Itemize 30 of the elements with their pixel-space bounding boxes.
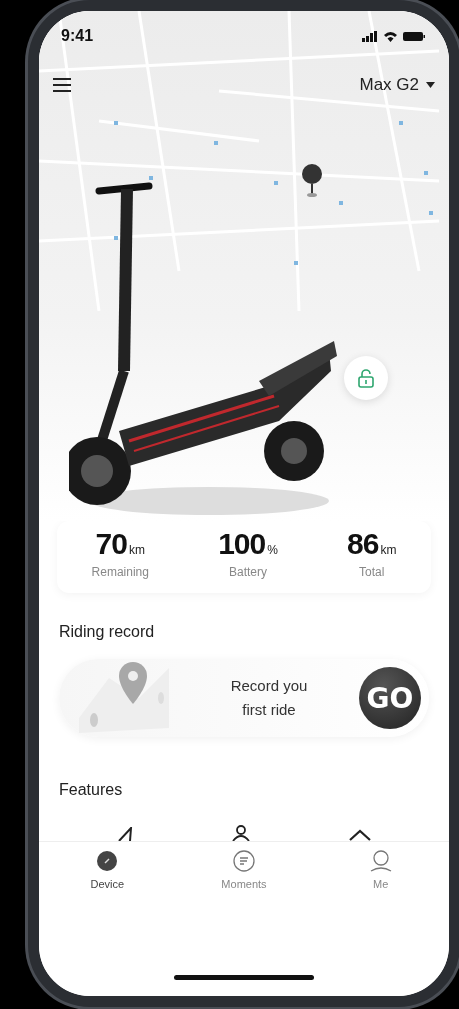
stat-unit: km	[380, 543, 397, 557]
notes-icon	[233, 850, 255, 872]
unlocked-padlock-icon	[357, 368, 375, 388]
chevron-up-icon[interactable]	[348, 829, 371, 841]
go-button[interactable]: GO	[359, 667, 421, 729]
stat-unit: %	[267, 543, 278, 557]
user-icon	[369, 850, 392, 872]
tab-item[interactable]: Me	[335, 850, 426, 890]
map-pin-icon	[301, 163, 323, 197]
stat-value: 70	[95, 527, 127, 561]
signal-icon	[362, 30, 378, 42]
device-selector[interactable]: Max G2	[359, 75, 435, 95]
wifi-icon	[383, 30, 398, 42]
compass-icon	[96, 850, 119, 872]
person-icon[interactable]	[230, 825, 252, 841]
battery-icon	[403, 30, 425, 42]
stat-label: Remaining	[91, 565, 149, 579]
record-prompt: Record you first ride	[229, 676, 309, 720]
status-time: 9:41	[61, 27, 94, 45]
tab-item[interactable]: Device	[62, 850, 153, 890]
tab-item[interactable]: Moments	[199, 850, 289, 890]
stat-label: Total	[359, 565, 385, 579]
stat-label: Battery	[229, 565, 267, 579]
caret-icon	[426, 82, 435, 88]
menu-icon[interactable]	[53, 78, 71, 92]
section-title: Riding record	[59, 623, 156, 641]
stat-unit: km	[128, 543, 145, 557]
section-title: Features	[59, 781, 124, 799]
stat-value: 86	[347, 527, 379, 561]
stat-value: 100	[218, 527, 266, 561]
